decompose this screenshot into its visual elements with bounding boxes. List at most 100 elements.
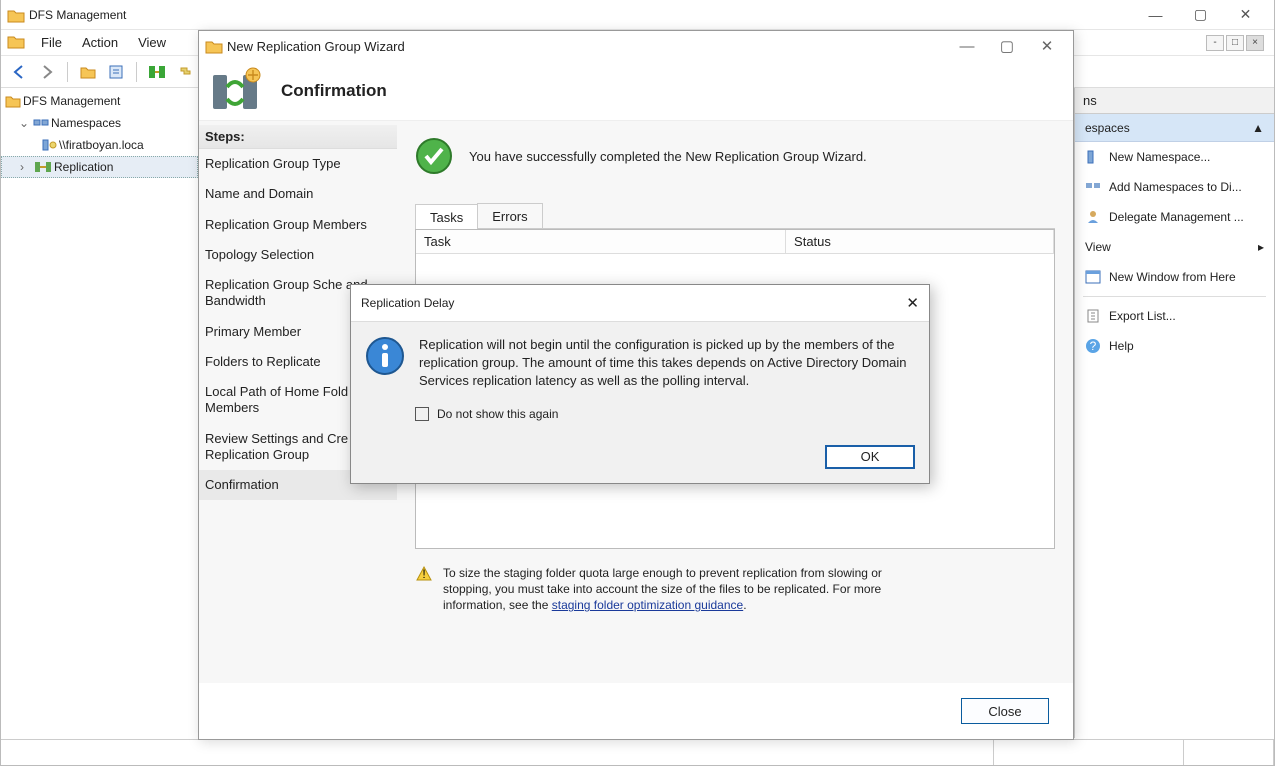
col-status: Status: [786, 230, 1054, 253]
staging-guidance-link[interactable]: staging folder optimization guidance: [552, 598, 743, 612]
action-label: View: [1085, 240, 1111, 254]
tool-replication-icon[interactable]: [145, 60, 169, 84]
close-button[interactable]: ✕: [1223, 1, 1268, 29]
window-icon: [1085, 270, 1101, 284]
replication-icon: [34, 160, 52, 174]
wizard-footer: Close: [199, 683, 1073, 739]
tool-add-icon[interactable]: [173, 60, 197, 84]
collapse-icon: ▲: [1252, 121, 1264, 135]
dialog-message-text: Replication will not begin until the con…: [419, 336, 913, 391]
export-icon: [1085, 308, 1101, 324]
action-label: New Namespace...: [1109, 150, 1210, 164]
success-check-icon: [415, 137, 453, 175]
menu-action[interactable]: Action: [72, 31, 128, 54]
actions-header: ns: [1075, 88, 1274, 114]
warning-icon: !: [415, 565, 433, 614]
action-label: Help: [1109, 339, 1134, 353]
success-row: You have successfully completed the New …: [415, 137, 1055, 175]
action-export[interactable]: Export List...: [1075, 301, 1274, 331]
steps-label: Steps:: [199, 125, 397, 149]
main-titlebar: DFS Management — ▢ ✕: [1, 0, 1274, 30]
action-add-namespaces[interactable]: Add Namespaces to Di...: [1075, 172, 1274, 202]
replication-art-icon: [209, 67, 265, 115]
action-new-window[interactable]: New Window from Here: [1075, 262, 1274, 292]
expand-toggle[interactable]: ⌄: [19, 116, 31, 130]
folder-icon: [5, 94, 21, 108]
ok-button[interactable]: OK: [825, 445, 915, 469]
back-button[interactable]: [7, 60, 31, 84]
wizard-header: Confirmation: [199, 61, 1073, 121]
dialog-close-button[interactable]: ✕: [906, 294, 919, 312]
tree-root[interactable]: DFS Management: [1, 90, 198, 112]
col-task: Task: [416, 230, 786, 253]
tab-tasks[interactable]: Tasks: [415, 204, 478, 229]
tool-folder-icon[interactable]: [76, 60, 100, 84]
step-item[interactable]: Topology Selection: [199, 240, 397, 270]
namespaces-icon: [33, 116, 49, 130]
main-winbuttons: — ▢ ✕: [1133, 1, 1268, 29]
tree-replication[interactable]: › Replication: [1, 156, 198, 178]
wizard-minimize-button[interactable]: —: [947, 32, 987, 60]
wizard-section-title: Confirmation: [281, 81, 387, 101]
action-help[interactable]: ? Help: [1075, 331, 1274, 361]
action-new-namespace[interactable]: New Namespace...: [1075, 142, 1274, 172]
checkbox-label: Do not show this again: [437, 407, 558, 421]
dialog-title: Replication Delay: [361, 296, 454, 310]
tree-namespace-item-label: \\firatboyan.loca: [59, 138, 144, 152]
user-icon: [1085, 209, 1101, 225]
server-icon: [1085, 149, 1101, 165]
folder-icon: [7, 7, 25, 23]
menu-view[interactable]: View: [128, 31, 176, 54]
dialog-message: Replication will not begin until the con…: [365, 336, 913, 391]
info-icon: [365, 336, 405, 391]
tree-namespaces[interactable]: ⌄ Namespaces: [1, 112, 198, 134]
corner-close-icon[interactable]: ×: [1246, 35, 1264, 51]
close-button[interactable]: Close: [961, 698, 1049, 724]
step-item[interactable]: Replication Group Type: [199, 149, 397, 179]
svg-text:!: !: [422, 567, 425, 581]
statusbar: [1, 739, 1274, 765]
folder-icon: [7, 33, 25, 49]
action-view[interactable]: View ▸: [1075, 232, 1274, 262]
task-list-header: Task Status: [416, 230, 1054, 254]
menu-file[interactable]: File: [31, 31, 72, 54]
actions-panel: ns espaces ▲ New Namespace... Add Namesp…: [1074, 88, 1274, 738]
tab-errors[interactable]: Errors: [477, 203, 542, 228]
wizard-tabs: Tasks Errors: [415, 203, 1055, 229]
dialog-titlebar: Replication Delay ✕: [351, 285, 929, 321]
action-label: New Window from Here: [1109, 270, 1236, 284]
tool-properties-icon[interactable]: [104, 60, 128, 84]
tree-namespace-item[interactable]: \\firatboyan.loca: [1, 134, 198, 156]
step-item[interactable]: Replication Group Members: [199, 210, 397, 240]
tree-replication-label: Replication: [54, 160, 113, 174]
expand-toggle[interactable]: ›: [20, 160, 32, 174]
tree-root-label: DFS Management: [23, 94, 120, 108]
help-icon: ?: [1085, 338, 1101, 354]
checkbox[interactable]: [415, 407, 429, 421]
staging-note: ! To size the staging folder quota large…: [415, 565, 1055, 614]
corner-buttons: - □ ×: [1206, 35, 1264, 51]
wizard-maximize-button[interactable]: ▢: [987, 32, 1027, 60]
forward-button[interactable]: [35, 60, 59, 84]
nav-tree: DFS Management ⌄ Namespaces \\firatboyan…: [1, 88, 199, 738]
wizard-title: New Replication Group Wizard: [227, 39, 405, 54]
success-text: You have successfully completed the New …: [469, 149, 867, 164]
replication-delay-dialog: Replication Delay ✕ Replication will not…: [350, 284, 930, 484]
minimize-button[interactable]: —: [1133, 1, 1178, 29]
corner-restore-icon[interactable]: □: [1226, 35, 1244, 51]
wizard-titlebar: New Replication Group Wizard — ▢ ✕: [199, 31, 1073, 61]
do-not-show-row[interactable]: Do not show this again: [415, 407, 913, 421]
svg-text:?: ?: [1090, 339, 1097, 353]
maximize-button[interactable]: ▢: [1178, 1, 1223, 29]
corner-minimize-icon[interactable]: -: [1206, 35, 1224, 51]
step-item[interactable]: Name and Domain: [199, 179, 397, 209]
add-icon: [1085, 179, 1101, 195]
action-delegate[interactable]: Delegate Management ...: [1075, 202, 1274, 232]
actions-group-header[interactable]: espaces ▲: [1075, 114, 1274, 142]
action-label: Delegate Management ...: [1109, 210, 1244, 224]
server-icon: [41, 138, 57, 152]
main-title: DFS Management: [29, 8, 126, 22]
action-label: Export List...: [1109, 309, 1176, 323]
folder-icon: [205, 38, 223, 54]
wizard-close-button[interactable]: ✕: [1027, 32, 1067, 60]
